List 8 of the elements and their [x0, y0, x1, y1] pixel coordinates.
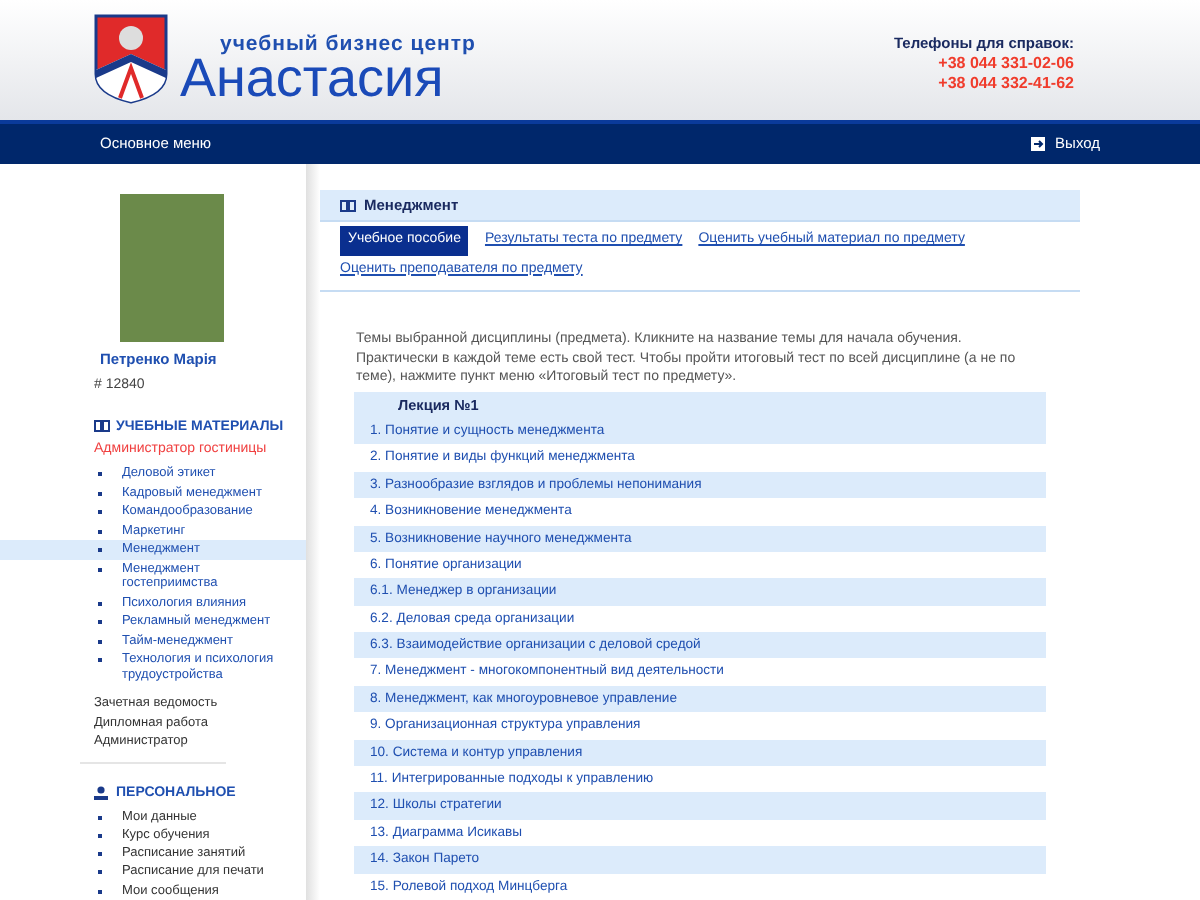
exit-icon: [1029, 136, 1046, 152]
person-icon: [94, 786, 108, 801]
shield-logo-icon: [94, 14, 168, 104]
phone-number: +38 044 331-02-06: [938, 54, 1074, 74]
book-icon: [340, 199, 356, 212]
phone-number: +38 044 332-41-62: [938, 74, 1074, 94]
book-icon: [94, 420, 110, 433]
tagline: учебный бизнес центр: [220, 34, 476, 55]
